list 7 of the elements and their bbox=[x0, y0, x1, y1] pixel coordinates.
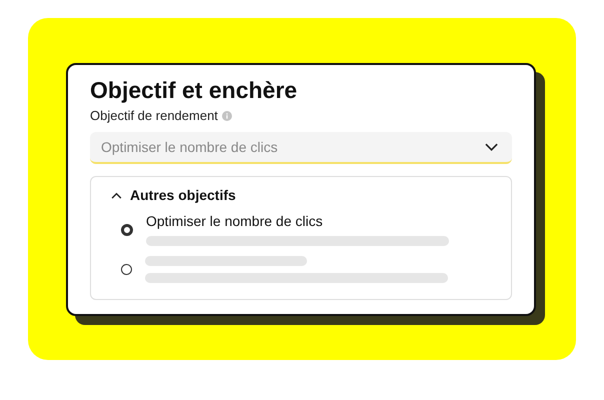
chevron-down-icon bbox=[485, 143, 498, 151]
radio-button[interactable] bbox=[121, 224, 133, 236]
field-label: Objectif de rendement bbox=[90, 108, 218, 123]
section-toggle[interactable]: Autres objectifs bbox=[111, 187, 236, 203]
radio-button[interactable] bbox=[121, 264, 132, 275]
option-label: Optimiser le nombre de clics bbox=[146, 213, 324, 229]
card-title: Objectif et enchère bbox=[90, 76, 298, 105]
